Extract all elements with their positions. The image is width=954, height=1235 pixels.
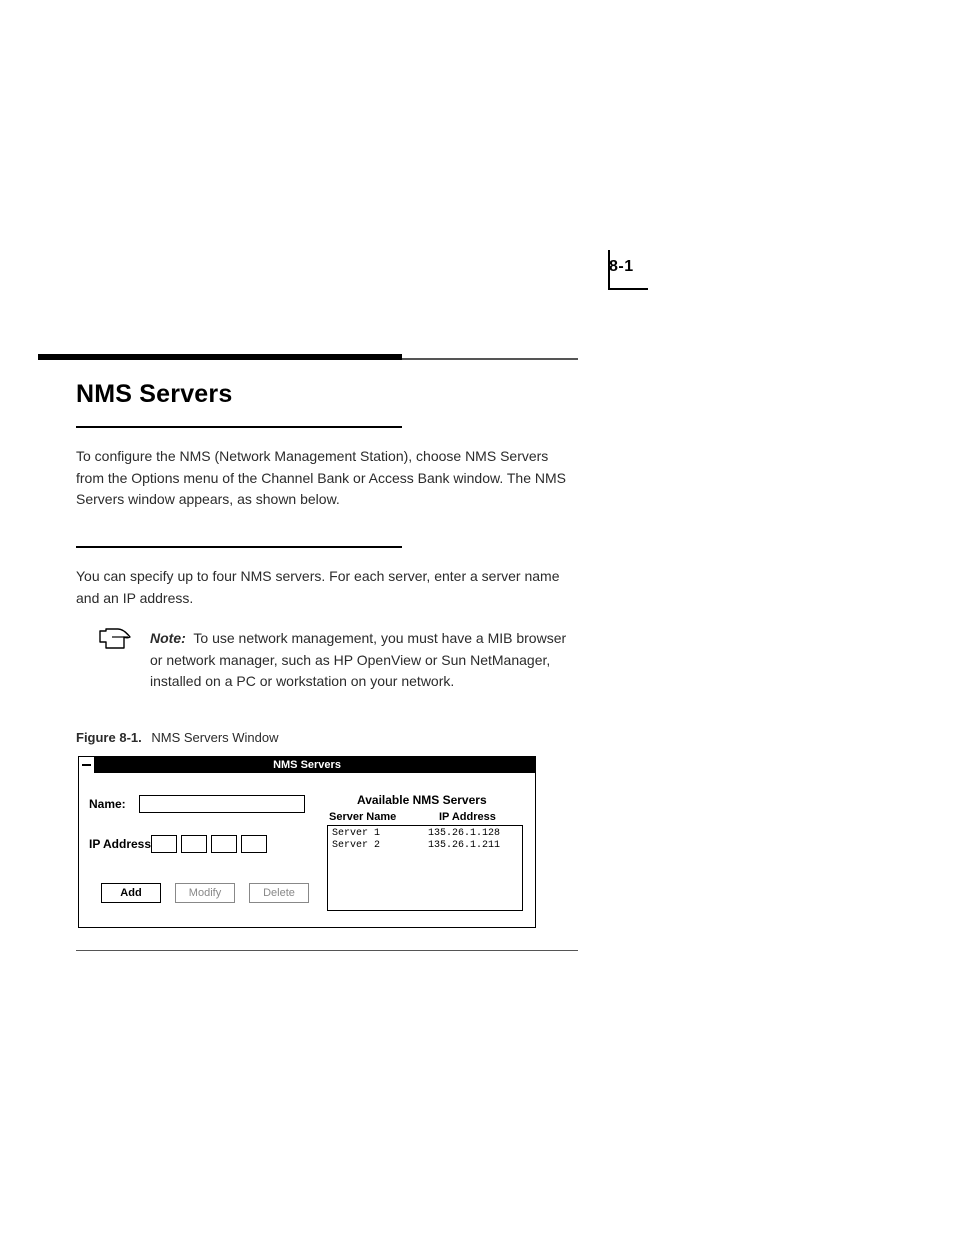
body-paragraph-1: To configure the NMS (Network Management… <box>76 446 576 511</box>
available-servers-listbox[interactable]: Server 1 135.26.1.128 Server 2 135.26.1.… <box>327 825 523 911</box>
divider <box>76 950 578 951</box>
note-body: To use network management, you must have… <box>150 630 566 689</box>
ip-address-label: IP Address: <box>89 837 155 851</box>
system-menu-icon[interactable] <box>79 757 95 773</box>
note-text: Note: To use network management, you mus… <box>150 628 578 693</box>
section-rule-heavy <box>38 354 402 360</box>
page-number: 8-1 <box>609 258 634 276</box>
figure-caption: Figure 8-1. NMS Servers Window <box>76 730 279 745</box>
ip-octet-2-input[interactable] <box>181 835 207 853</box>
divider <box>76 546 402 548</box>
divider <box>76 426 402 428</box>
column-header-server-name: Server Name <box>329 811 396 823</box>
figure-label: Figure 8-1. <box>76 730 142 745</box>
server-name-cell: Server 2 <box>332 840 422 852</box>
column-header-ip-address: IP Address <box>439 811 496 823</box>
server-ip-cell: 135.26.1.128 <box>428 828 518 840</box>
section-title: NMS Servers <box>76 380 232 409</box>
name-input[interactable] <box>139 795 305 813</box>
add-button[interactable]: Add <box>101 883 161 903</box>
pointing-hand-icon <box>98 628 132 650</box>
nms-servers-dialog: NMS Servers Name: IP Address: Add Modify… <box>78 756 536 928</box>
modify-button: Modify <box>175 883 235 903</box>
page-number-text: 8-1 <box>609 258 634 275</box>
server-name-cell: Server 1 <box>332 828 422 840</box>
ip-octet-4-input[interactable] <box>241 835 267 853</box>
available-servers-heading: Available NMS Servers <box>357 793 487 807</box>
body-paragraph-2: You can specify up to four NMS servers. … <box>76 566 576 609</box>
dialog-title: NMS Servers <box>273 759 341 771</box>
section-rule-light <box>402 358 578 360</box>
name-label: Name: <box>89 797 126 811</box>
delete-button: Delete <box>249 883 309 903</box>
note-label: Note: <box>150 630 186 646</box>
list-item[interactable]: Server 1 135.26.1.128 <box>332 828 518 840</box>
ip-octet-3-input[interactable] <box>211 835 237 853</box>
figure-title: NMS Servers Window <box>151 730 278 745</box>
list-item[interactable]: Server 2 135.26.1.211 <box>332 840 518 852</box>
note: Note: To use network management, you mus… <box>98 628 578 693</box>
dialog-body: Name: IP Address: Add Modify Delete Avai… <box>79 773 535 927</box>
ip-octet-1-input[interactable] <box>151 835 177 853</box>
server-ip-cell: 135.26.1.211 <box>428 840 518 852</box>
dialog-titlebar[interactable]: NMS Servers <box>79 757 535 773</box>
page: 8-1 NMS Servers To configure the NMS (Ne… <box>0 0 954 1235</box>
